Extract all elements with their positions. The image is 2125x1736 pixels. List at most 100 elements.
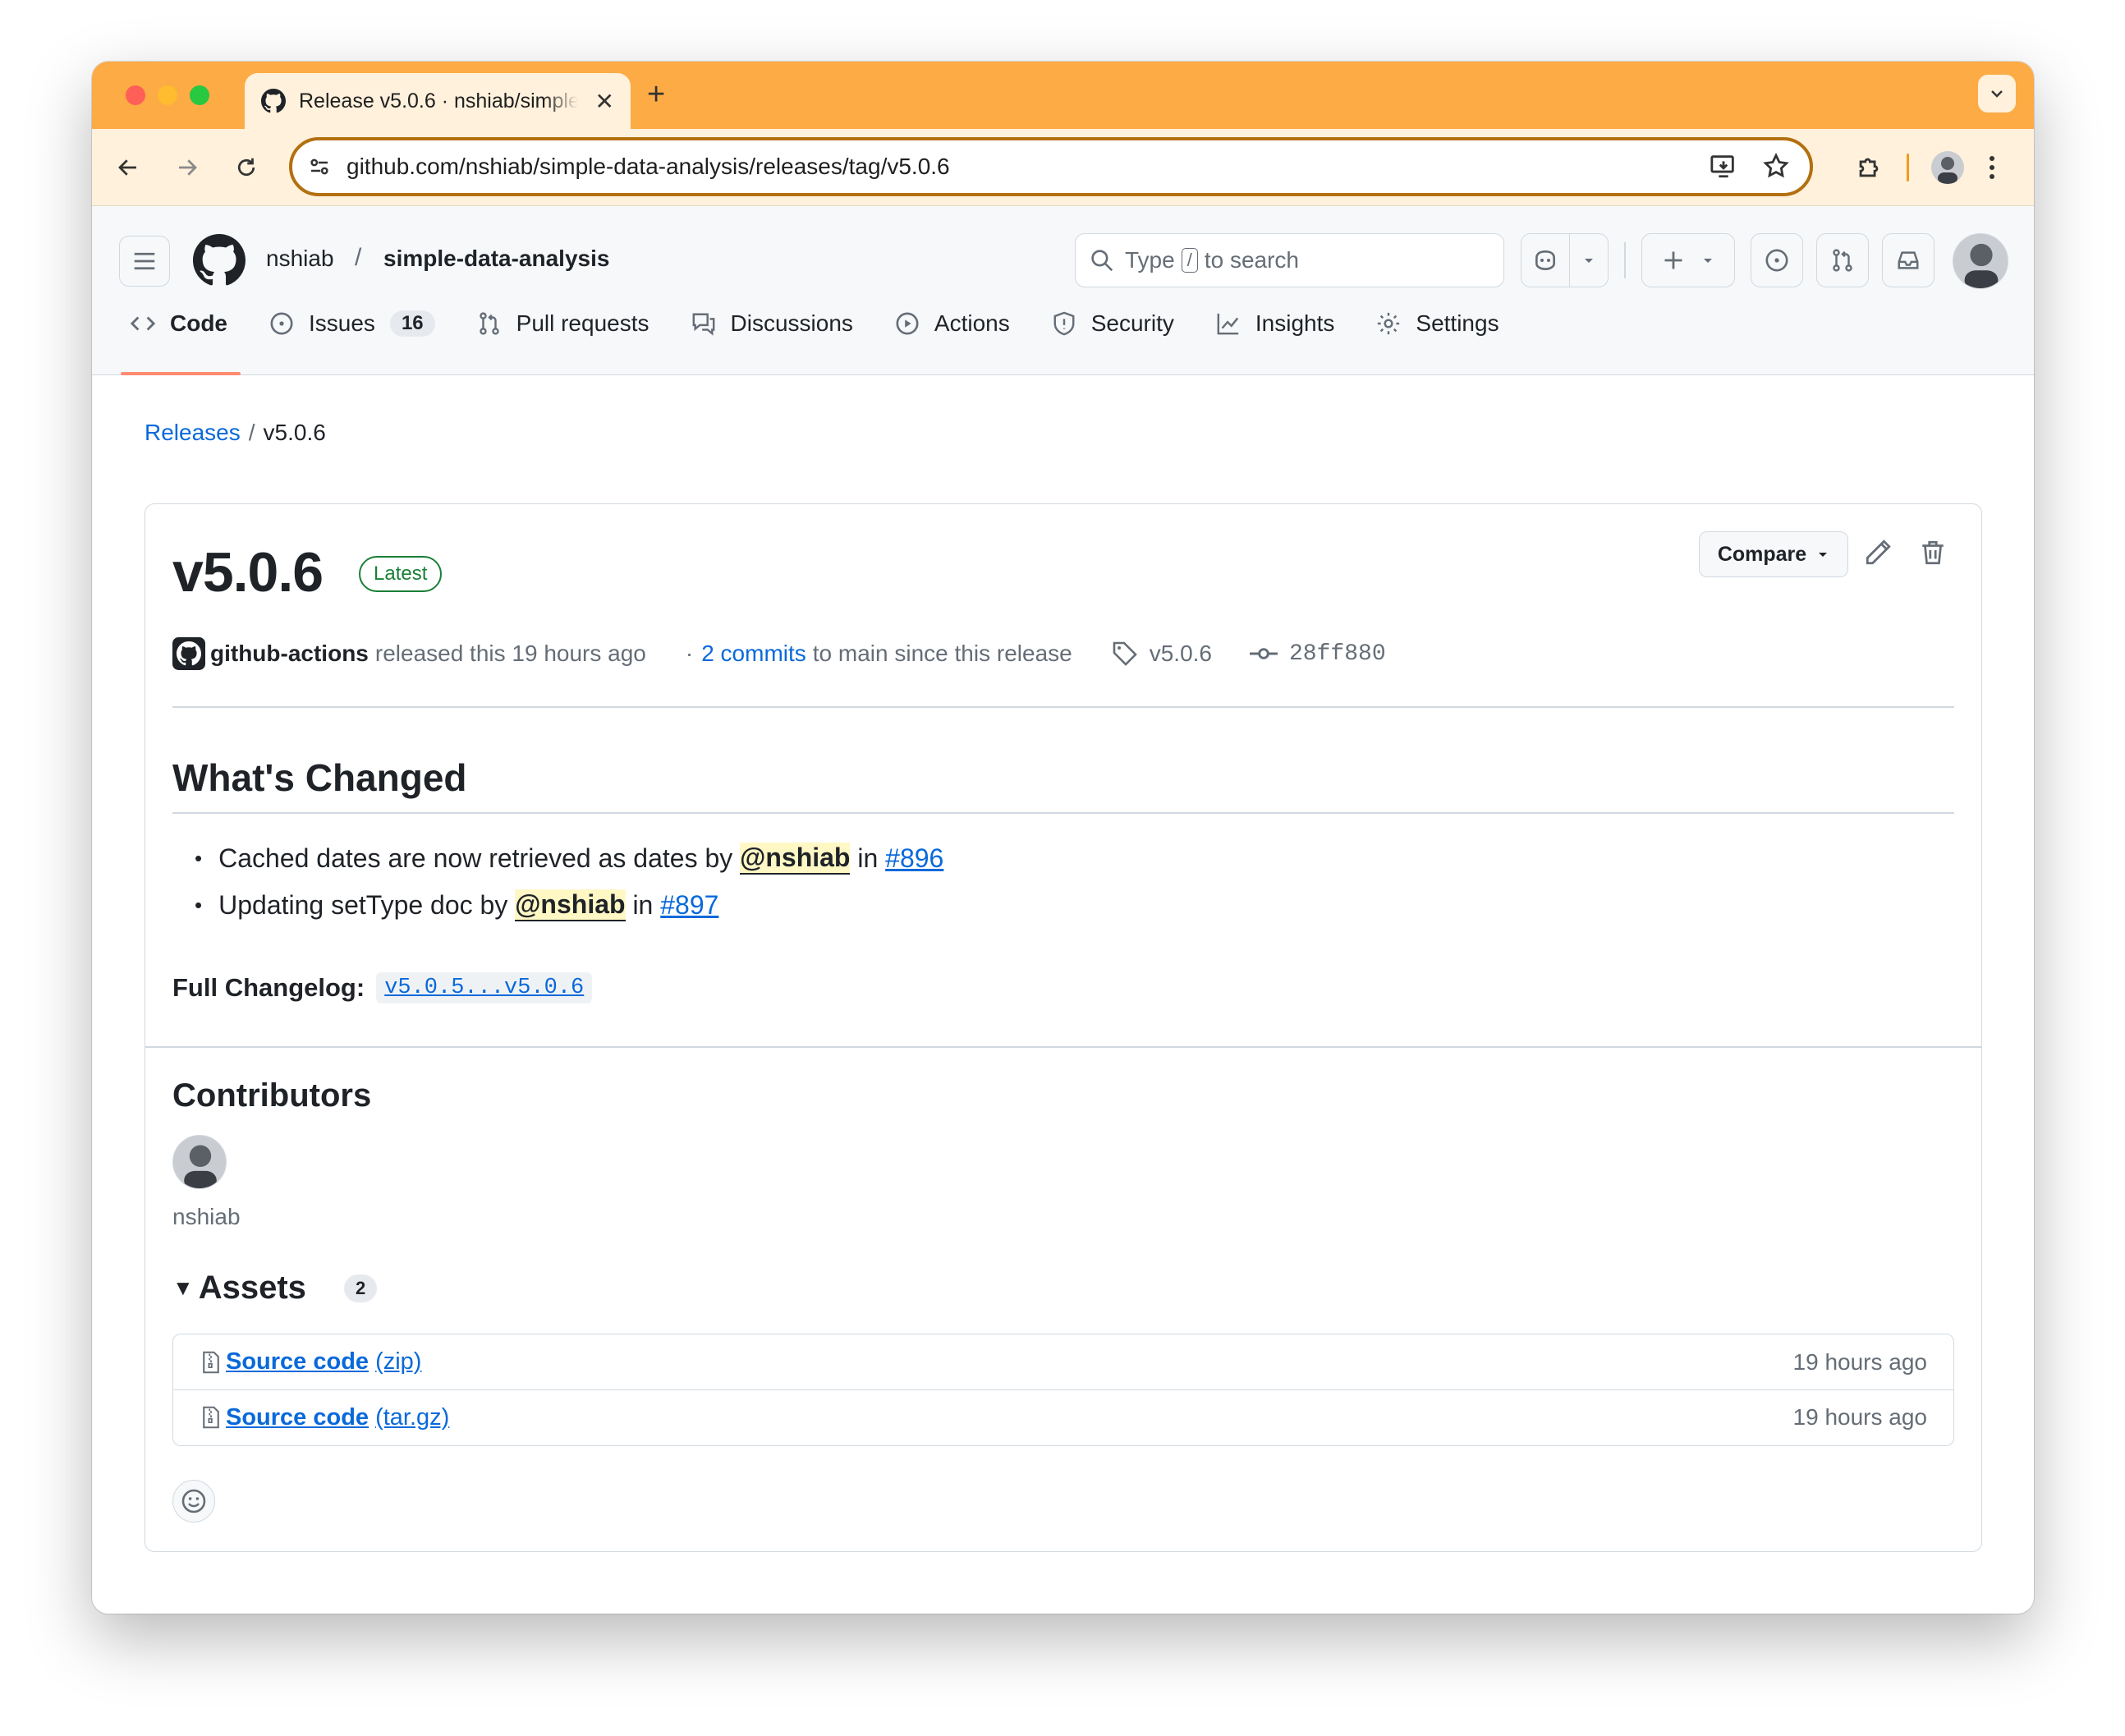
asset-download-link[interactable]: Source code (tar.gz) <box>200 1404 449 1431</box>
repo-name-link[interactable]: simple-data-analysis <box>383 246 609 272</box>
browser-tab[interactable]: Release v5.0.6 · nshiab/simple-data-anal… <box>245 73 631 129</box>
github-logo-icon[interactable] <box>193 234 246 287</box>
tab-code-label: Code <box>170 310 227 336</box>
pull-request-icon <box>1833 249 1852 272</box>
address-bar[interactable]: github.com/nshiab/simple-data-analysis/r… <box>289 137 1813 196</box>
tag-link[interactable]: v5.0.6 <box>1150 641 1212 667</box>
bookmark-star-icon[interactable] <box>1762 152 1790 180</box>
add-reaction-button[interactable] <box>172 1480 215 1522</box>
tab-settings[interactable]: Settings <box>1376 298 1499 349</box>
tab-pull-requests[interactable]: Pull requests <box>477 298 649 349</box>
pull-request-link[interactable]: #897 <box>660 890 718 921</box>
copilot-dropdown-button[interactable] <box>1569 233 1609 287</box>
tab-pull-requests-label: Pull requests <box>516 310 649 336</box>
global-nav-menu-button[interactable] <box>119 236 170 287</box>
commit-sha-link[interactable]: 28ff880 <box>1289 641 1386 667</box>
breadcrumb: Releases / v5.0.6 <box>145 420 326 446</box>
forward-button[interactable] <box>171 151 204 184</box>
close-window-button[interactable] <box>126 85 145 105</box>
header-divider <box>1624 242 1626 278</box>
release-author-link[interactable]: github-actions <box>210 641 369 667</box>
extensions-button[interactable] <box>1852 151 1885 184</box>
search-shortcut-key: / <box>1181 248 1198 273</box>
kebab-menu-icon <box>1990 156 1994 179</box>
new-tab-button[interactable]: + <box>647 78 665 111</box>
tab-code[interactable]: Code <box>121 298 241 375</box>
tag-icon <box>1113 641 1137 666</box>
commit-icon <box>1250 648 1278 659</box>
install-app-icon[interactable] <box>1710 152 1737 180</box>
tab-search-button[interactable] <box>1978 75 2016 113</box>
list-item: Updating setType doc by @nshiab in #897 <box>195 889 943 921</box>
changelog-compare-link[interactable]: v5.0.5...v5.0.6 <box>376 972 593 1003</box>
user-avatar[interactable] <box>1953 233 2008 289</box>
asset-row: Source code (zip) 19 hours ago <box>173 1334 1953 1389</box>
repo-nav: Code Issues 16 Pull requests Discussions… <box>121 298 1541 375</box>
pull-request-link[interactable]: #896 <box>885 843 943 874</box>
pull-requests-button[interactable] <box>1816 233 1869 287</box>
tab-bar: Release v5.0.6 · nshiab/simple-data-anal… <box>92 62 2034 129</box>
user-mention-link[interactable]: @nshiab <box>740 843 851 875</box>
trash-icon[interactable] <box>1919 539 1947 567</box>
arrow-left-icon <box>118 159 136 176</box>
changelog-label: Full Changelog: <box>172 973 365 1002</box>
site-info-icon[interactable] <box>307 154 332 179</box>
heading-divider <box>172 812 1954 814</box>
issue-icon <box>270 312 293 335</box>
pencil-icon[interactable] <box>1864 539 1892 567</box>
person-avatar-icon <box>1938 157 1957 184</box>
full-changelog: Full Changelog: v5.0.5...v5.0.6 <box>172 972 593 1003</box>
tab-actions[interactable]: Actions <box>895 298 1010 349</box>
asset-name: Source code <box>226 1348 369 1375</box>
breadcrumb-separator: / <box>248 420 255 445</box>
contributor-name[interactable]: nshiab <box>172 1204 241 1230</box>
browser-window: Release v5.0.6 · nshiab/simple-data-anal… <box>92 62 2034 1614</box>
note-in: in <box>857 843 879 873</box>
profile-avatar[interactable] <box>1931 151 1964 184</box>
inbox-icon <box>1898 251 1919 269</box>
reload-icon <box>237 158 255 177</box>
contributor-avatar[interactable] <box>172 1135 227 1189</box>
section-divider <box>145 1046 1981 1048</box>
search-input[interactable]: Type / to search <box>1075 233 1504 287</box>
tab-security-label: Security <box>1090 310 1174 336</box>
tab-discussions[interactable]: Discussions <box>691 298 853 349</box>
tab-issues[interactable]: Issues 16 <box>269 298 435 349</box>
tab-security[interactable]: Security <box>1052 298 1174 349</box>
create-new-button[interactable] <box>1641 233 1735 287</box>
play-icon <box>896 312 919 335</box>
tab-insights[interactable]: Insights <box>1216 298 1334 349</box>
repo-path-separator: / <box>355 244 362 271</box>
code-icon <box>131 316 155 331</box>
copilot-button[interactable] <box>1521 233 1570 287</box>
asset-row: Source code (tar.gz) 19 hours ago <box>173 1389 1953 1444</box>
release-title: v5.0.6 <box>172 541 324 604</box>
file-zip-icon <box>203 1351 219 1373</box>
assets-toggle[interactable]: ▼ Assets 2 <box>172 1270 378 1307</box>
issues-button[interactable] <box>1751 233 1803 287</box>
repo-owner-link[interactable]: nshiab <box>266 246 334 272</box>
breadcrumb-releases-link[interactable]: Releases <box>145 420 241 445</box>
list-item: Cached dates are now retrieved as dates … <box>195 843 943 875</box>
search-placeholder-suffix: to search <box>1204 247 1299 273</box>
graph-icon <box>1217 313 1239 335</box>
tab-close-icon[interactable]: ✕ <box>595 88 614 115</box>
issues-count-badge: 16 <box>389 310 435 337</box>
browser-menu-button[interactable] <box>1976 151 2008 184</box>
github-actions-avatar-icon[interactable] <box>172 637 205 670</box>
maximize-window-button[interactable] <box>190 85 209 105</box>
compare-button[interactable]: Compare <box>1699 531 1848 577</box>
back-button[interactable] <box>112 151 145 184</box>
inbox-button[interactable] <box>1882 233 1935 287</box>
minimize-window-button[interactable] <box>158 85 177 105</box>
github-favicon-icon <box>261 89 286 113</box>
chevron-down-icon <box>1991 90 2003 98</box>
arrow-right-icon <box>179 159 197 176</box>
reload-button[interactable] <box>230 151 263 184</box>
user-mention-link[interactable]: @nshiab <box>515 889 626 921</box>
commits-link[interactable]: 2 commits <box>701 641 806 667</box>
asset-download-link[interactable]: Source code (zip) <box>200 1348 421 1375</box>
issue-icon <box>1765 249 1788 272</box>
caret-down-icon <box>1585 259 1593 263</box>
copilot-icon <box>1535 250 1555 271</box>
